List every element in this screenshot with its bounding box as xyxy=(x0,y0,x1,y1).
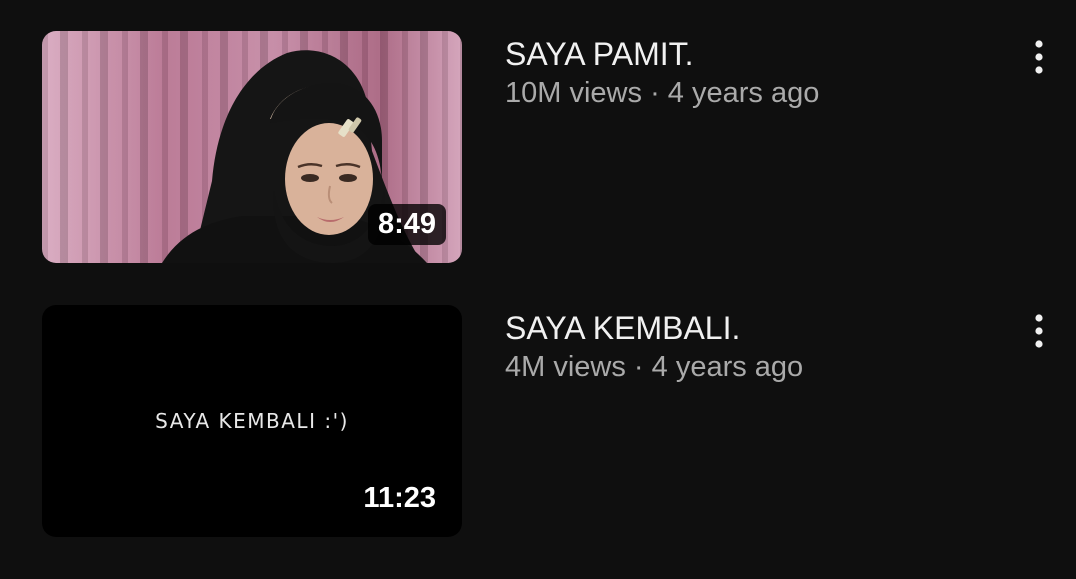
more-vert-icon xyxy=(1035,40,1043,74)
video-item[interactable]: 8:49 SAYA PAMIT. 10M views · 4 years ago xyxy=(0,31,1076,271)
view-count: 10M views xyxy=(505,77,642,109)
more-options-button[interactable] xyxy=(1022,309,1056,349)
meta-separator: · xyxy=(633,351,652,383)
view-count: 4M views xyxy=(505,351,626,383)
thumbnail-text: SAYA KEMBALI :') xyxy=(155,409,349,433)
upload-age: 4 years ago xyxy=(651,351,804,383)
duration-badge: 8:49 xyxy=(367,204,446,245)
more-options-button[interactable] xyxy=(1022,35,1056,75)
video-title[interactable]: SAYA PAMIT. xyxy=(505,35,694,73)
upload-age: 4 years ago xyxy=(667,77,820,109)
video-title[interactable]: SAYA KEMBALI. xyxy=(505,309,740,347)
video-meta: 10M views · 4 years ago xyxy=(505,75,819,111)
meta-separator: · xyxy=(650,77,668,109)
video-list: 8:49 SAYA PAMIT. 10M views · 4 years ago… xyxy=(0,0,1076,579)
video-thumbnail[interactable]: SAYA KEMBALI :') 11:23 xyxy=(42,305,462,537)
video-thumbnail[interactable]: 8:49 xyxy=(42,31,462,263)
video-item[interactable]: SAYA KEMBALI :') 11:23 SAYA KEMBALI. 4M … xyxy=(0,305,1076,545)
more-vert-icon xyxy=(1035,314,1043,348)
duration-badge: 11:23 xyxy=(363,482,436,514)
video-meta: 4M views · 4 years ago xyxy=(505,349,803,385)
